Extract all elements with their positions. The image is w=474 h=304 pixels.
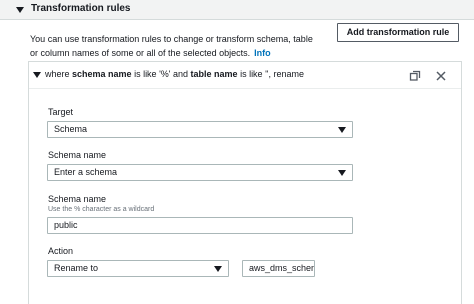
target-select[interactable]: Schema — [47, 121, 353, 138]
rule-title-mid: is like '%' and — [131, 69, 191, 79]
rule-title-schema: schema name — [72, 69, 132, 79]
wildcard-hint: Use the % character as a wildcard — [48, 206, 155, 213]
info-link[interactable]: Info — [254, 48, 271, 58]
schema-name-input-label: Schema name — [48, 194, 107, 204]
action-select[interactable]: Rename to — [47, 260, 229, 277]
rule-header[interactable]: where schema name is like '%' and table … — [29, 62, 461, 89]
rule-title-table: table name — [190, 69, 238, 79]
rule-title: where schema name is like '%' and table … — [45, 69, 304, 79]
caret-down-icon[interactable] — [33, 72, 41, 78]
action-value: Rename to — [54, 263, 99, 273]
transformation-rule-card: where schema name is like '%' and table … — [28, 61, 462, 304]
rename-to-input[interactable]: aws_dms_schem — [242, 260, 315, 277]
action-label: Action — [48, 246, 74, 256]
schema-name-value: Enter a schema — [54, 167, 118, 177]
schema-name-input[interactable]: public — [47, 217, 353, 234]
add-transformation-rule-button[interactable]: Add transformation rule — [337, 23, 459, 42]
chevron-down-icon — [214, 266, 222, 272]
rule-title-prefix: where — [45, 69, 73, 79]
schema-name-select[interactable]: Enter a schema — [47, 164, 353, 181]
rule-title-suffix: is like '', rename — [237, 69, 305, 79]
copy-icon[interactable] — [409, 70, 421, 82]
close-icon[interactable] — [435, 70, 447, 82]
schema-name-input-value: public — [54, 220, 78, 230]
target-label: Target — [48, 107, 74, 117]
caret-down-icon[interactable] — [16, 7, 24, 13]
chevron-down-icon — [338, 170, 346, 176]
transformation-rules-header[interactable]: Transformation rules — [0, 0, 474, 20]
chevron-down-icon — [338, 127, 346, 133]
rename-to-value: aws_dms_schem — [249, 263, 315, 273]
section-title: Transformation rules — [31, 3, 131, 14]
section-description: You can use transformation rules to chan… — [30, 32, 320, 60]
target-value: Schema — [54, 124, 88, 134]
schema-name-label: Schema name — [48, 150, 107, 160]
